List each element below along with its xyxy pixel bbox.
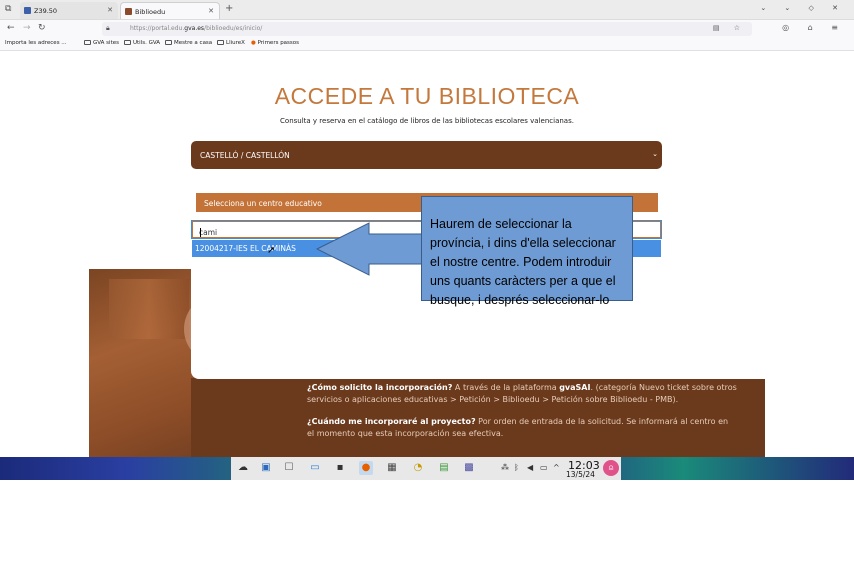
bookmark-lliurex[interactable]: LliureX <box>217 40 245 46</box>
bookmark-utils-gva[interactable]: Utils. GVA <box>124 40 160 46</box>
app-launcher-icon[interactable]: ☁ <box>236 461 250 475</box>
window-icon[interactable]: ☐ <box>282 461 296 475</box>
folder-icon <box>124 40 131 45</box>
lock-icon: 🔒︎ <box>106 24 110 32</box>
reload-icon[interactable]: ↻ <box>38 23 46 33</box>
mouse-pointer-icon: ➚ <box>267 245 276 256</box>
forward-icon[interactable]: → <box>23 23 31 33</box>
toolbar-menu-icons[interactable]: ◎ ⌂ ≡ <box>782 23 846 32</box>
firefox-icon: ● <box>251 40 256 46</box>
page-title: ACCEDE A TU BIBLIOTECA <box>274 83 580 109</box>
tab-close-icon[interactable]: ✕ <box>107 6 113 14</box>
tab-biblioedu[interactable]: Biblioedu ✕ <box>120 2 220 19</box>
network-icon[interactable]: ⁂ <box>501 463 509 472</box>
back-icon[interactable]: ← <box>7 23 15 33</box>
new-tab-button[interactable]: + <box>225 3 233 14</box>
url-bar[interactable]: 🔒︎ https://portal.edu.gva.es/biblioedu/e… <box>102 22 752 36</box>
folder-icon <box>165 40 172 45</box>
volume-icon[interactable]: ◀ <box>527 463 533 472</box>
bookmark-import[interactable]: Importa les adreces ... <box>5 40 67 46</box>
firefox-icon[interactable]: ● <box>359 461 373 475</box>
show-desktop-icon[interactable]: ▣ <box>259 461 273 475</box>
annotation-arrow-icon <box>316 222 424 276</box>
tray-expand-icon[interactable]: ^ <box>553 463 560 472</box>
url-text: https://portal.edu.gva.es/biblioedu/es/i… <box>130 25 263 32</box>
calculator-icon[interactable]: ▦ <box>385 461 399 475</box>
folder-icon <box>84 40 91 45</box>
url-bar-icons[interactable]: ▤ ☆ <box>713 24 746 32</box>
tab-label: Biblioedu <box>135 8 166 16</box>
screenshot-icon[interactable]: ◔ <box>411 461 425 475</box>
tab-z3950[interactable]: Z39.50 ✕ <box>20 2 118 19</box>
page-subtitle: Consulta y reserva en el catálogo de lib… <box>280 117 574 125</box>
tab-favicon-icon <box>125 8 132 15</box>
taskbar-panel: ☁ ▣ ☐ ▭ ▪ ● ▦ ◔ ▤ ▩ ⁂ ᛒ ◀ ▭ ^ <box>231 457 621 480</box>
window-controls[interactable]: ⌄ ⌄ ◇ ✕ <box>760 4 846 12</box>
tab-label: Z39.50 <box>34 7 58 15</box>
bookmark-gva-sites[interactable]: GVA sites <box>84 40 119 46</box>
tab-close-icon[interactable]: ✕ <box>208 7 214 15</box>
folder-icon <box>217 40 224 45</box>
bookmark-mestre-a-casa[interactable]: Mestre a casa <box>165 40 212 46</box>
taskbar: ☁ ▣ ☐ ▭ ▪ ● ▦ ◔ ▤ ▩ ⁂ ᛒ ◀ ▭ ^ 12:03 13/5… <box>0 457 854 480</box>
bookmark-primers-passos[interactable]: ● Primers passos <box>251 40 299 46</box>
bluetooth-icon[interactable]: ᛒ <box>514 463 519 472</box>
web-page: ACCEDE A TU BIBLIOTECA Consulta y reserv… <box>0 51 854 457</box>
province-select[interactable]: CASTELLÓ / CASTELLÓN ⌄ <box>191 141 662 169</box>
province-selected-value: CASTELLÓ / CASTELLÓN <box>200 151 290 160</box>
info-text: ¿Cómo solicito la incorporación? A travé… <box>307 383 737 438</box>
tab-list-icon[interactable]: ⧉ <box>5 4 11 14</box>
clock-date[interactable]: 13/5/24 <box>566 470 595 479</box>
browser-nav-bar: ← → ↻ 🔒︎ https://portal.edu.gva.es/bibli… <box>0 20 854 38</box>
chevron-down-icon: ⌄ <box>652 150 658 158</box>
display-icon[interactable]: ▭ <box>540 463 548 472</box>
browser-tab-bar: ⧉ Z39.50 ✕ Biblioedu ✕ + ⌄ ⌄ ◇ ✕ <box>0 0 854 20</box>
tab-favicon-icon <box>24 7 31 14</box>
spreadsheet-icon[interactable]: ▤ <box>437 461 451 475</box>
text-caret <box>200 228 201 237</box>
user-avatar-icon[interactable]: ⍝ <box>603 460 619 476</box>
terminal-icon[interactable]: ▪ <box>333 461 347 475</box>
screen: ⧉ Z39.50 ✕ Biblioedu ✕ + ⌄ ⌄ ◇ ✕ ← → ↻ 🔒… <box>0 0 854 480</box>
annotation-callout: Haurem de seleccionar la província, i di… <box>421 196 633 307</box>
file-manager-icon[interactable]: ▭ <box>308 461 322 475</box>
image-viewer-icon[interactable]: ▩ <box>462 461 476 475</box>
bookmarks-bar: Importa les adreces ... GVA sites Utils.… <box>0 38 854 51</box>
